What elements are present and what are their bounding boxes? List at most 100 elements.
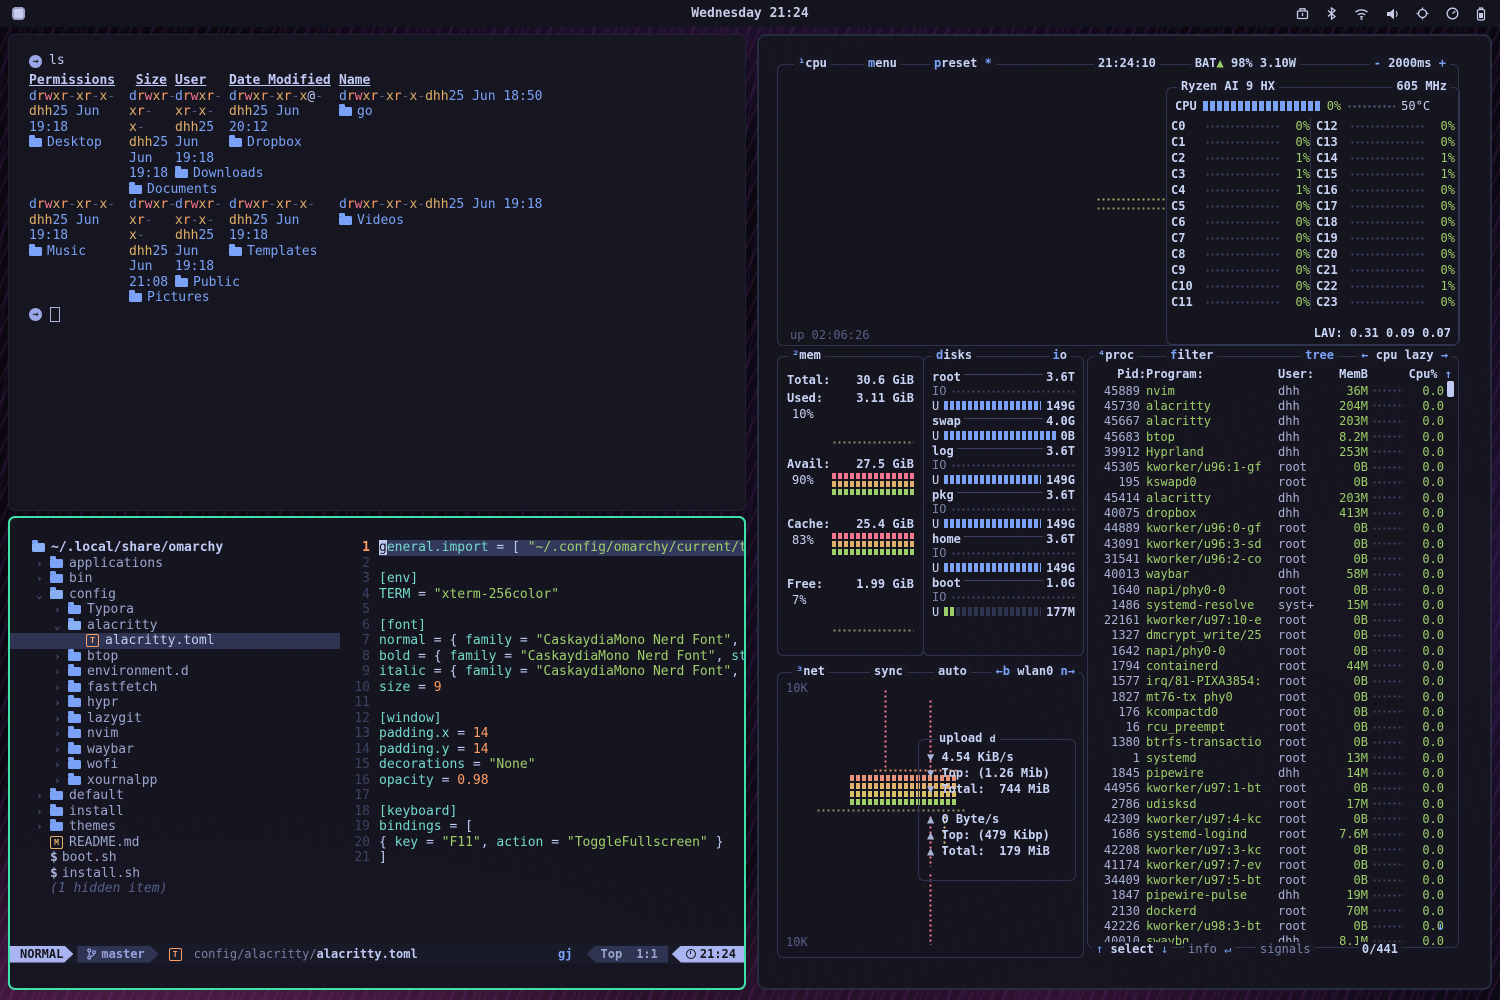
process-row[interactable]: 39912Hyprlanddhh253M0.0 (1096, 444, 1452, 459)
tree-item-alacritty.toml[interactable]: Talacritty.toml (10, 633, 340, 649)
git-branch-segment[interactable]: master (77, 946, 158, 963)
process-row[interactable]: 2130dockerdroot70M0.0 (1096, 903, 1452, 918)
interface-switcher[interactable]: ←b wlan0 n→ (992, 664, 1079, 678)
ls-name: Videos (339, 213, 745, 229)
ls-user: dhh (29, 104, 52, 119)
process-mem: 0B (1322, 705, 1368, 719)
tree-item-config[interactable]: ⌄config (10, 587, 340, 603)
process-mem: 0B (1322, 781, 1368, 795)
tab-mem[interactable]: ²mem (788, 348, 825, 362)
tree-item-lazygit[interactable]: ›lazygit (10, 711, 340, 727)
process-name: Hyprland (1146, 445, 1278, 459)
process-row[interactable]: 195kswapd0root0B0.0 (1096, 475, 1452, 490)
tree-item-environment.d[interactable]: ›environment.d (10, 664, 340, 680)
process-row[interactable]: 42208kworker/u97:3-kcroot0B0.0 (1096, 842, 1452, 857)
process-row[interactable]: 1486systemd-resolvesyst+15M0.0 (1096, 597, 1452, 612)
ls-row: drwxr-xr-x@-dhh25 Jun 20:12Dropbox (229, 89, 331, 198)
process-row[interactable]: 1686systemd-logindroot7.6M0.0 (1096, 827, 1452, 842)
tree-item-boot.sh[interactable]: $boot.sh (10, 850, 340, 866)
tree-item--.local-share-omarchy[interactable]: ~/.local/share/omarchy (10, 540, 340, 556)
ls-date: 25 Jun 19:18 (449, 197, 543, 212)
tree-item--1-hidden-item-[interactable]: (1 hidden item) (10, 881, 340, 897)
footer-signals-action[interactable]: signals (1256, 942, 1315, 956)
process-row[interactable]: 42226kworker/u98:3-btroot0B0.0 (1096, 918, 1452, 933)
ls-size: - (137, 228, 145, 243)
core-graph (1205, 267, 1280, 273)
tree-item-hypr[interactable]: ›hypr (10, 695, 340, 711)
folder-icon (50, 807, 63, 816)
process-row[interactable]: 1827mt76-tx phy0root0B0.0 (1096, 689, 1452, 704)
process-row[interactable]: 45667alacrittydhh203M0.0 (1096, 414, 1452, 429)
shell-prompt-empty[interactable]: → (29, 307, 745, 323)
process-row[interactable]: 42309kworker/u97:4-kcroot0B0.0 (1096, 811, 1452, 826)
tree-item-applications[interactable]: ›applications (10, 556, 340, 572)
tab-menu[interactable]: menu (864, 56, 901, 70)
process-row[interactable]: 1577irq/81-PIXA3854:root0B0.0 (1096, 674, 1452, 689)
core-label: C21 (1316, 263, 1346, 277)
process-row[interactable]: 45683btopdhh8.2M0.0 (1096, 429, 1452, 444)
process-row[interactable]: 1640napi/phy0-0root0B0.0 (1096, 582, 1452, 597)
tab-tree[interactable]: tree (1301, 348, 1338, 362)
process-row[interactable]: 1847pipewire-pulsedhh19M0.0 (1096, 888, 1452, 903)
battery-status: BAT▲ 98% 3.10W (1191, 56, 1300, 70)
tab-net[interactable]: ³net (792, 664, 829, 678)
process-scrollbar[interactable] (1447, 381, 1454, 397)
command-line[interactable] (10, 964, 744, 988)
tab-preset[interactable]: preset * (930, 56, 996, 70)
sort-column-switcher[interactable]: ← cpu lazy → (1357, 348, 1452, 362)
tab-auto[interactable]: auto (934, 664, 971, 678)
tab-filter[interactable]: filter (1166, 348, 1217, 362)
tab-io[interactable]: io (1049, 348, 1071, 362)
ls-date: 25 Jun 18:50 (449, 89, 543, 104)
process-row[interactable]: 31541kworker/u96:2-coroot0B0.0 (1096, 551, 1452, 566)
process-row[interactable]: 2786udisksdroot17M0.0 (1096, 796, 1452, 811)
editor-buffer[interactable]: general.import = [ "~/.config/omarchy/cu… (379, 540, 744, 944)
tree-item-default[interactable]: ›default (10, 788, 340, 804)
process-row[interactable]: 40075dropboxdhh413M0.0 (1096, 505, 1452, 520)
process-row[interactable]: 44956kworker/u97:1-btroot0B0.0 (1096, 781, 1452, 796)
tree-item-alacritty[interactable]: ⌄alacritty (10, 618, 340, 634)
process-row[interactable]: 1794containerdroot44M0.0 (1096, 658, 1452, 673)
process-row[interactable]: 176kcompactd0root0B0.0 (1096, 704, 1452, 719)
tree-item-waybar[interactable]: ›waybar (10, 742, 340, 758)
tree-item-install[interactable]: ›install (10, 804, 340, 820)
process-row[interactable]: 1642napi/phy0-0root0B0.0 (1096, 643, 1452, 658)
update-interval-control[interactable]: - 2000ms + (1370, 56, 1450, 70)
process-row[interactable]: 1systemdroot13M0.0 (1096, 750, 1452, 765)
process-row[interactable]: 45889nvimdhh36M0.0 (1096, 383, 1452, 398)
git-branch-icon (87, 948, 96, 960)
core-label: C15 (1316, 167, 1346, 181)
tree-item-btop[interactable]: ›btop (10, 649, 340, 665)
process-row[interactable]: 16rcu_preemptroot0B0.0 (1096, 720, 1452, 735)
process-row[interactable]: 45414alacrittydhh203M0.0 (1096, 490, 1452, 505)
core-percent: 0% (1429, 215, 1455, 229)
process-row[interactable]: 1845pipewiredhh14M0.0 (1096, 765, 1452, 780)
tree-item-nvim[interactable]: ›nvim (10, 726, 340, 742)
shell-file-icon: $ (50, 850, 58, 865)
process-row[interactable]: 40013waybardhh58M0.0 (1096, 567, 1452, 582)
process-row[interactable]: 45305kworker/u96:1-gfroot0B0.0 (1096, 459, 1452, 474)
tab-sync[interactable]: sync (870, 664, 907, 678)
process-row[interactable]: 1327dmcrypt_write/25root0B0.0 (1096, 628, 1452, 643)
disk-io-label: IO (932, 590, 946, 604)
tab-disks[interactable]: disks (932, 348, 976, 362)
tree-item-typora[interactable]: ›Typora (10, 602, 340, 618)
tree-item-install.sh[interactable]: $install.sh (10, 866, 340, 882)
tab-cpu[interactable]: ¹cpu (794, 56, 831, 70)
process-row[interactable]: 34409kworker/u97:5-btroot0B0.0 (1096, 873, 1452, 888)
tab-proc[interactable]: ⁴proc (1094, 348, 1138, 362)
tree-item-xournalpp[interactable]: ›xournalpp (10, 773, 340, 789)
tree-item-bin[interactable]: ›bin (10, 571, 340, 587)
process-row[interactable]: 45730alacrittydhh204M0.0 (1096, 398, 1452, 413)
tree-item-readme.md[interactable]: MREADME.md (10, 835, 340, 851)
tree-item-fastfetch[interactable]: ›fastfetch (10, 680, 340, 696)
process-row[interactable]: 43091kworker/u96:3-sdroot0B0.0 (1096, 536, 1452, 551)
process-row[interactable]: 1380btrfs-transactioroot0B0.0 (1096, 735, 1452, 750)
tree-item-wofi[interactable]: ›wofi (10, 757, 340, 773)
process-row[interactable]: 22161kworker/u97:10-eroot0B0.0 (1096, 612, 1452, 627)
process-row[interactable]: 44889kworker/u96:0-gfroot0B0.0 (1096, 521, 1452, 536)
tree-item-themes[interactable]: ›themes (10, 819, 340, 835)
process-row[interactable]: 41174kworker/u97:7-evroot0B0.0 (1096, 857, 1452, 872)
footer-select-action[interactable]: ↑ select ↓ (1092, 942, 1172, 956)
footer-info-action[interactable]: info ↵ (1184, 942, 1235, 956)
